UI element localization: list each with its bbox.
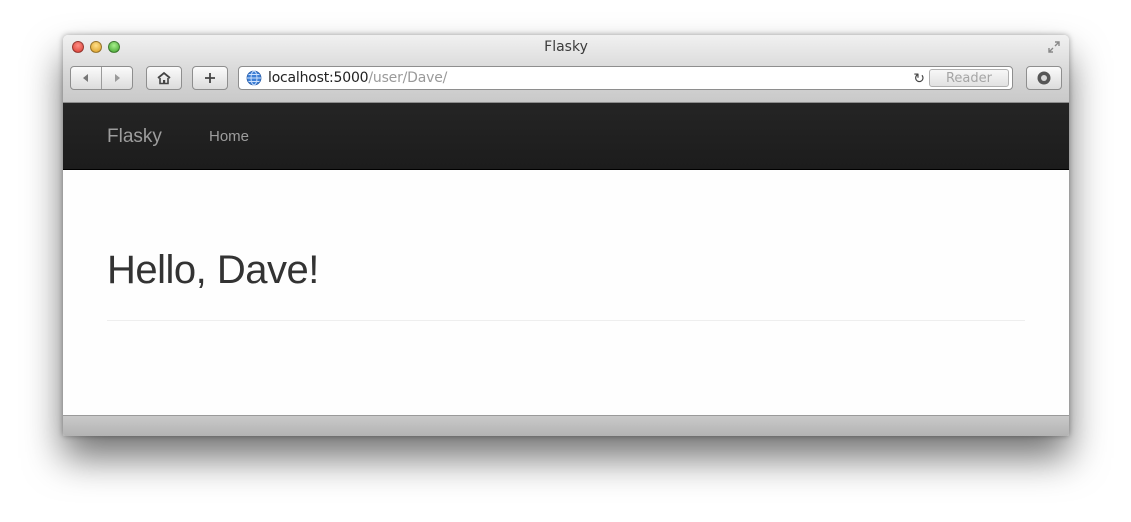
back-icon xyxy=(83,74,88,82)
url-text: localhost:5000/user/Dave/ xyxy=(268,70,447,86)
home-icon xyxy=(157,71,171,85)
browser-toolbar: localhost:5000/user/Dave/ ↻ Reader xyxy=(70,66,1062,92)
url-host: localhost:5000 xyxy=(268,70,369,86)
home-button[interactable] xyxy=(146,66,182,90)
browser-window: Flasky localhost:5000/user/Dave/ ↻ Reade… xyxy=(63,35,1069,436)
site-navbar: Flasky Home xyxy=(63,103,1069,170)
forward-button[interactable] xyxy=(102,67,132,89)
status-bar xyxy=(63,415,1069,436)
back-forward-buttons xyxy=(70,66,133,90)
plus-icon xyxy=(205,73,215,83)
page-heading: Hello, Dave! xyxy=(107,248,319,292)
new-tab-button[interactable] xyxy=(192,66,228,90)
forward-icon xyxy=(115,74,120,82)
download-icon xyxy=(1037,71,1051,85)
page-content: Hello, Dave! xyxy=(63,170,1069,416)
reload-icon[interactable]: ↻ xyxy=(913,70,925,87)
nav-link-home[interactable]: Home xyxy=(209,128,249,145)
browser-chrome: Flasky localhost:5000/user/Dave/ ↻ Reade… xyxy=(63,35,1069,103)
heading-divider xyxy=(107,320,1025,321)
resize-icon[interactable] xyxy=(1047,40,1061,54)
reader-button[interactable]: Reader xyxy=(929,69,1009,87)
downloads-button[interactable] xyxy=(1026,66,1062,90)
navbar-brand[interactable]: Flasky xyxy=(107,126,162,148)
back-button[interactable] xyxy=(71,67,101,89)
window-title: Flasky xyxy=(544,39,588,55)
address-bar[interactable]: localhost:5000/user/Dave/ ↻ Reader xyxy=(238,66,1013,90)
globe-icon xyxy=(246,70,262,86)
url-path: /user/Dave/ xyxy=(368,70,448,86)
